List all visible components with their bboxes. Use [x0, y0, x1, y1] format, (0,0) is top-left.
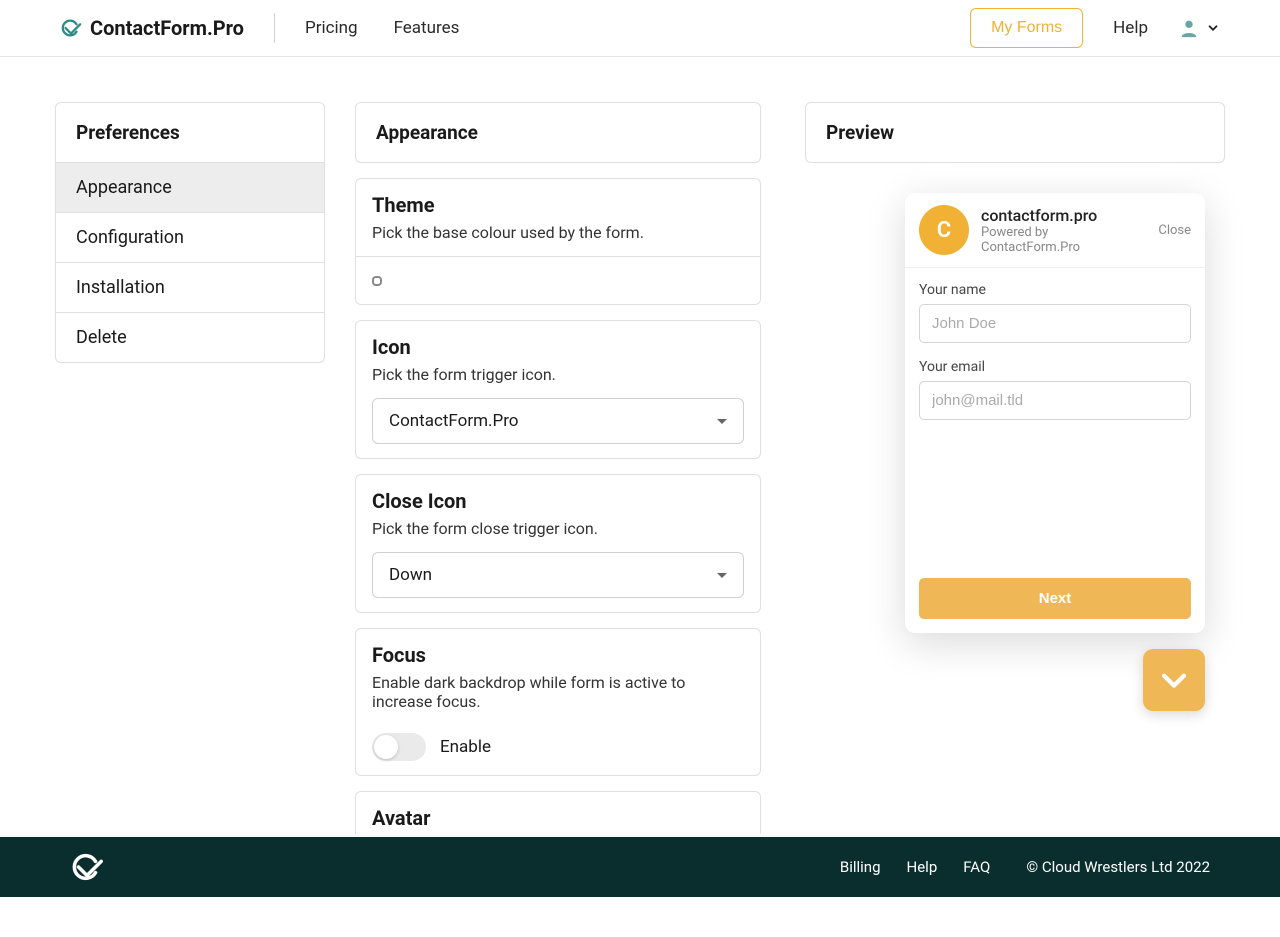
field-label-name: Your name: [919, 282, 1191, 298]
icon-card: Icon Pick the form trigger icon. Contact…: [355, 320, 761, 459]
logo-icon: [60, 17, 82, 39]
widget-close-button[interactable]: Close: [1158, 223, 1191, 238]
theme-color-swatch[interactable]: [372, 276, 382, 286]
sidebar-item-configuration[interactable]: Configuration: [56, 213, 324, 263]
email-input[interactable]: [919, 381, 1191, 420]
sidebar: Preferences Appearance Configuration Ins…: [55, 102, 325, 837]
help-link[interactable]: Help: [1113, 18, 1148, 38]
widget-avatar: C: [919, 205, 969, 255]
content-scroll[interactable]: Appearance Theme Pick the base colour us…: [355, 102, 775, 834]
focus-toggle[interactable]: [372, 733, 426, 761]
close-icon-desc: Pick the form close trigger icon.: [372, 519, 744, 538]
widget-header: C contactform.pro Powered by ContactForm…: [905, 193, 1205, 268]
close-icon-select[interactable]: Down: [372, 552, 744, 598]
widget-header-text: contactform.pro Powered by ContactForm.P…: [981, 206, 1146, 255]
user-icon: [1178, 17, 1200, 39]
preview-header: Preview: [805, 102, 1225, 163]
footer: Billing Help FAQ © Cloud Wrestlers Ltd 2…: [0, 837, 1280, 897]
name-input[interactable]: [919, 304, 1191, 343]
focus-title: Focus: [372, 643, 744, 667]
focus-card: Focus Enable dark backdrop while form is…: [355, 628, 761, 776]
nav-pricing[interactable]: Pricing: [305, 18, 358, 38]
avatar-title: Avatar: [372, 806, 744, 830]
nav-features[interactable]: Features: [394, 18, 460, 38]
icon-select[interactable]: ContactForm.Pro: [372, 398, 744, 444]
footer-billing[interactable]: Billing: [840, 858, 881, 876]
footer-logo-icon: [70, 850, 104, 884]
sidebar-item-delete[interactable]: Delete: [56, 313, 324, 362]
preview-area: C contactform.pro Powered by ContactForm…: [805, 193, 1225, 711]
chevron-down-icon: [1206, 21, 1220, 35]
sidebar-title: Preferences: [56, 103, 324, 163]
header-divider: [274, 13, 275, 43]
footer-help[interactable]: Help: [907, 858, 938, 876]
focus-desc: Enable dark backdrop while form is activ…: [372, 673, 744, 711]
my-forms-button[interactable]: My Forms: [970, 8, 1083, 48]
footer-right: Billing Help FAQ © Cloud Wrestlers Ltd 2…: [840, 858, 1210, 876]
content-header: Appearance: [356, 103, 760, 162]
chevron-down-icon: [1157, 663, 1191, 697]
widget-title: contactform.pro: [981, 206, 1146, 225]
icon-select-value: ContactForm.Pro: [389, 411, 519, 431]
theme-card: Theme Pick the base colour used by the f…: [355, 178, 761, 305]
widget-body: Your name Your email: [905, 268, 1205, 568]
sidebar-item-appearance[interactable]: Appearance: [56, 163, 324, 213]
theme-desc: Pick the base colour used by the form.: [372, 223, 744, 242]
widget-footer: Next: [905, 568, 1205, 633]
user-menu[interactable]: [1178, 17, 1220, 39]
close-icon-title: Close Icon: [372, 489, 744, 513]
preview-column: Preview C contactform.pro Powered by Con…: [805, 102, 1225, 837]
focus-toggle-label: Enable: [440, 737, 491, 757]
footer-copyright: © Cloud Wrestlers Ltd 2022: [1026, 858, 1210, 876]
icon-desc: Pick the form trigger icon.: [372, 365, 744, 384]
caret-down-icon: [717, 419, 727, 424]
sidebar-item-installation[interactable]: Installation: [56, 263, 324, 313]
toggle-knob: [374, 735, 398, 759]
avatar-card: Avatar: [355, 791, 761, 834]
widget-trigger-button[interactable]: [1143, 649, 1205, 711]
next-button[interactable]: Next: [919, 578, 1191, 619]
content-header-card: Appearance: [355, 102, 761, 163]
footer-faq[interactable]: FAQ: [963, 858, 990, 876]
widget-subtitle: Powered by ContactForm.Pro: [981, 225, 1146, 255]
logo[interactable]: ContactForm.Pro: [60, 16, 244, 40]
content-column: Appearance Theme Pick the base colour us…: [355, 102, 775, 837]
close-icon-card: Close Icon Pick the form close trigger i…: [355, 474, 761, 613]
icon-title: Icon: [372, 335, 744, 359]
header: ContactForm.Pro Pricing Features My Form…: [0, 0, 1280, 57]
header-right: My Forms Help: [970, 8, 1220, 48]
form-widget: C contactform.pro Powered by ContactForm…: [905, 193, 1205, 633]
main: Preferences Appearance Configuration Ins…: [0, 57, 1280, 837]
sidebar-panel: Preferences Appearance Configuration Ins…: [55, 102, 325, 363]
brand-name: ContactForm.Pro: [90, 16, 244, 40]
field-label-email: Your email: [919, 359, 1191, 375]
caret-down-icon: [717, 573, 727, 578]
close-icon-select-value: Down: [389, 565, 432, 585]
theme-title: Theme: [372, 193, 744, 217]
